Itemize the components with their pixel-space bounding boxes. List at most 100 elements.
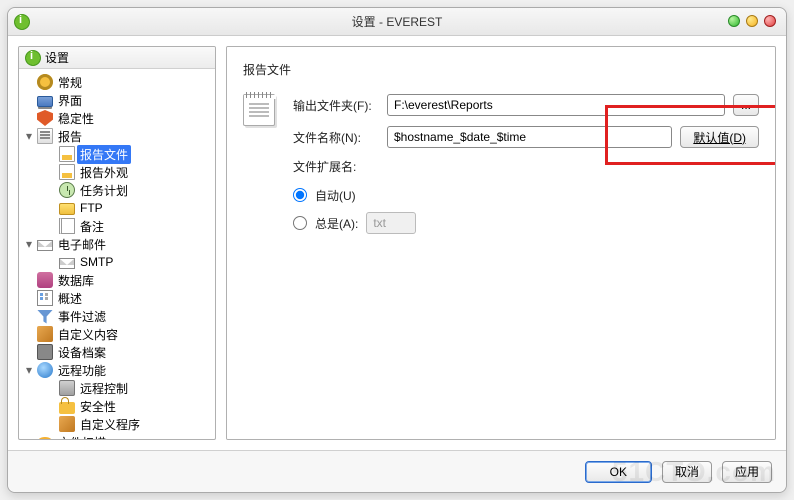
collapse-icon[interactable]: ▾ bbox=[23, 130, 35, 142]
tree-item[interactable]: 安全性 bbox=[45, 397, 215, 415]
collapse-icon[interactable]: ▾ bbox=[23, 364, 35, 376]
settings-tree[interactable]: 常规界面稳定性▾报告报告文件报告外观任务计划FTP备注 ▾ 电子邮件SMTP数据库概… bbox=[19, 69, 215, 439]
gear-icon bbox=[37, 74, 53, 90]
page-icon bbox=[59, 146, 75, 162]
tree-item[interactable]: 事件过滤 bbox=[23, 307, 215, 325]
tree-item[interactable]: ▾远程功能 bbox=[23, 361, 215, 379]
tree-item-label: 事件过滤 bbox=[55, 307, 109, 326]
clock-icon bbox=[59, 182, 75, 198]
form-fields: 输出文件夹(F): ... 文件名称(N): 默认值(D) 文件扩展名: bbox=[293, 94, 759, 241]
tree-item[interactable]: 概述 bbox=[23, 289, 215, 307]
tree-item[interactable]: 报告文件 bbox=[45, 145, 215, 163]
page-icon bbox=[59, 164, 75, 180]
tree-item-label: 电子邮件 bbox=[55, 235, 109, 254]
filename-label: 文件名称(N): bbox=[293, 129, 379, 146]
mail-icon bbox=[37, 240, 53, 251]
cube-icon bbox=[59, 416, 75, 432]
apply-button[interactable]: 应用 bbox=[722, 461, 772, 483]
cube-icon bbox=[37, 326, 53, 342]
tree-item-label: 远程控制 bbox=[77, 379, 131, 398]
tree-item[interactable]: 界面 bbox=[23, 91, 215, 109]
magnify-icon bbox=[37, 437, 53, 440]
tree-item[interactable]: 数据库 bbox=[23, 271, 215, 289]
tree-item[interactable]: FTP bbox=[45, 199, 215, 217]
monitor-icon bbox=[37, 96, 53, 107]
collapse-icon[interactable]: ▾ bbox=[23, 238, 35, 250]
tree-item-label: FTP bbox=[77, 200, 106, 216]
minimize-button[interactable] bbox=[728, 15, 740, 27]
close-button[interactable] bbox=[764, 15, 776, 27]
settings-tree-panel: 设置 常规界面稳定性▾报告报告文件报告外观任务计划FTP备注 ▾ 电子邮件SMTP数… bbox=[18, 46, 216, 440]
main-panel: 报告文件 输出文件夹(F): ... 文件名称(N): 默认值(D) bbox=[226, 46, 776, 440]
tree-item[interactable]: ▾ 文件扫描 bbox=[23, 433, 215, 439]
report-file-form: 输出文件夹(F): ... 文件名称(N): 默认值(D) 文件扩展名: bbox=[243, 94, 759, 241]
tree-item[interactable]: SMTP bbox=[45, 253, 215, 271]
ext-auto-radio[interactable] bbox=[293, 188, 307, 202]
tree-item-label: 稳定性 bbox=[55, 109, 97, 128]
folder-icon bbox=[59, 203, 75, 215]
maximize-button[interactable] bbox=[746, 15, 758, 27]
tree-item-label: 报告外观 bbox=[77, 163, 131, 182]
tree-item-label: 自定义内容 bbox=[55, 325, 121, 344]
window-controls bbox=[728, 15, 776, 27]
tree-header: 设置 bbox=[19, 47, 215, 69]
tree-item-label: 概述 bbox=[55, 289, 85, 308]
tree-item-label: 文件扫描 bbox=[55, 433, 109, 440]
filename-input[interactable] bbox=[387, 126, 672, 148]
chip-icon bbox=[37, 344, 53, 360]
globe-icon bbox=[37, 362, 53, 378]
ok-button[interactable]: OK bbox=[585, 461, 652, 483]
app-icon bbox=[14, 14, 30, 30]
window-title: 设置 - EVEREST bbox=[8, 13, 786, 30]
tree-item[interactable]: ▾ 电子邮件 bbox=[23, 235, 215, 253]
tree-item-label: 安全性 bbox=[77, 397, 119, 416]
tree-item[interactable]: 常规 bbox=[23, 73, 215, 91]
collapse-icon[interactable]: ▾ bbox=[23, 436, 35, 439]
output-folder-input[interactable] bbox=[387, 94, 725, 116]
ext-always-row: 总是(A): bbox=[293, 213, 759, 233]
cancel-button[interactable]: 取消 bbox=[662, 461, 712, 483]
tree-item[interactable]: 自定义内容 bbox=[23, 325, 215, 343]
tree-item-label: 常规 bbox=[55, 73, 85, 92]
tree-item[interactable]: 任务计划 bbox=[45, 181, 215, 199]
tree-item-label: 任务计划 bbox=[77, 181, 131, 200]
panel-title: 报告文件 bbox=[243, 61, 759, 78]
pc-icon bbox=[59, 380, 75, 396]
extension-radio-group: 自动(U) 总是(A): bbox=[293, 185, 759, 233]
tree-item[interactable]: 自定义程序 bbox=[45, 415, 215, 433]
tree-item-label: 自定义程序 bbox=[77, 415, 143, 434]
lock-icon bbox=[59, 402, 75, 414]
mail-icon bbox=[59, 258, 75, 269]
filename-row: 文件名称(N): 默认值(D) bbox=[293, 126, 759, 148]
tree-item[interactable]: ▾报告 bbox=[23, 127, 215, 145]
tree-item[interactable]: 报告外观 bbox=[45, 163, 215, 181]
titlebar: 设置 - EVEREST bbox=[8, 8, 786, 36]
tree-item[interactable]: 远程控制 bbox=[45, 379, 215, 397]
tree-item-label: 备注 bbox=[77, 217, 107, 236]
tree-item-label: 界面 bbox=[55, 91, 85, 110]
report-icon bbox=[37, 128, 53, 144]
note-icon bbox=[59, 218, 75, 234]
db-icon bbox=[37, 272, 53, 288]
extension-label-row: 文件扩展名: bbox=[293, 158, 759, 175]
ext-always-input bbox=[366, 212, 416, 234]
tree-header-label: 设置 bbox=[45, 49, 69, 66]
tree-item[interactable]: 设备档案 bbox=[23, 343, 215, 361]
default-button[interactable]: 默认值(D) bbox=[680, 126, 759, 148]
tree-item-label: 数据库 bbox=[55, 271, 97, 290]
ext-always-label[interactable]: 总是(A): bbox=[315, 215, 358, 232]
ext-always-radio[interactable] bbox=[293, 216, 307, 230]
list-icon bbox=[37, 290, 53, 306]
info-icon bbox=[25, 50, 41, 66]
tree-item-label: 设备档案 bbox=[55, 343, 109, 362]
tree-item[interactable]: 稳定性 bbox=[23, 109, 215, 127]
ext-auto-label[interactable]: 自动(U) bbox=[315, 187, 356, 204]
browse-button[interactable]: ... bbox=[733, 94, 759, 116]
output-folder-label: 输出文件夹(F): bbox=[293, 97, 379, 114]
shield-icon bbox=[37, 110, 53, 126]
tree-item-label: SMTP bbox=[77, 254, 116, 270]
tree-item[interactable]: 备注 bbox=[45, 217, 215, 235]
extension-label: 文件扩展名: bbox=[293, 158, 379, 175]
dialog-buttons: OK 取消 应用 bbox=[8, 450, 786, 492]
report-icon bbox=[243, 94, 275, 126]
